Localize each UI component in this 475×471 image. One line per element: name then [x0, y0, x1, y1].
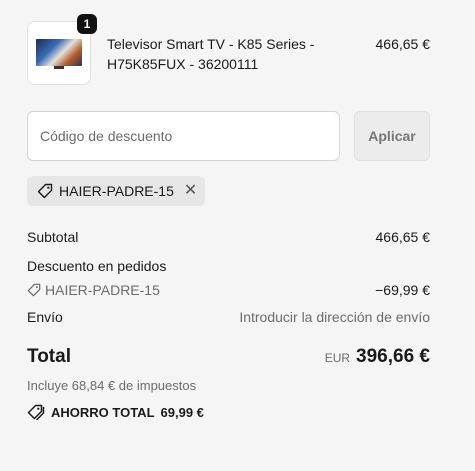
tag-icon — [37, 183, 53, 199]
subtotal-row: Subtotal 466,65 € — [27, 229, 430, 245]
order-discount-code-row: HAIER-PADRE-15 −69,99 € — [27, 282, 430, 298]
applied-discount-chip: HAIER-PADRE-15 ✕ — [27, 176, 206, 206]
total-savings: AHORRO TOTAL 69,99 € — [27, 404, 204, 420]
applied-discount-code: HAIER-PADRE-15 — [59, 183, 174, 199]
subtotal-value: 466,65 € — [375, 229, 431, 245]
order-discount-label: Descuento en pedidos — [27, 258, 167, 274]
subtotal-label: Subtotal — [27, 229, 79, 245]
product-name: Televisor Smart TV - K85 Series - H75K85… — [107, 36, 315, 72]
quantity-badge: 1 — [77, 14, 97, 34]
shipping-value: Introducir la dirección de envío — [239, 309, 430, 325]
total-value: 396,66 € — [356, 346, 430, 367]
tag-icon — [27, 283, 41, 297]
savings-value: 69,99 € — [160, 404, 204, 420]
apply-discount-button[interactable]: Aplicar — [354, 111, 430, 161]
product-price: 466,65 € — [375, 36, 431, 52]
total-row: Total EUR 396,66 € — [27, 346, 430, 368]
order-discount-value: −69,99 € — [375, 282, 430, 298]
taxes-note: Incluye 68,84 € de impuestos — [27, 378, 197, 393]
discount-code-input[interactable] — [27, 111, 340, 161]
order-discount-row: Descuento en pedidos — [27, 258, 430, 274]
total-label: Total — [27, 346, 71, 367]
tv-image — [36, 39, 82, 66]
double-tag-icon — [27, 404, 45, 420]
order-discount-code: HAIER-PADRE-15 — [45, 282, 160, 298]
savings-label: AHORRO TOTAL — [51, 404, 155, 420]
close-icon[interactable]: ✕ — [184, 183, 197, 199]
total-currency: EUR — [324, 351, 351, 365]
shipping-label: Envío — [27, 309, 63, 325]
shipping-row: Envío Introducir la dirección de envío — [27, 309, 430, 325]
taxes-row: Incluye 68,84 € de impuestos — [27, 378, 430, 393]
